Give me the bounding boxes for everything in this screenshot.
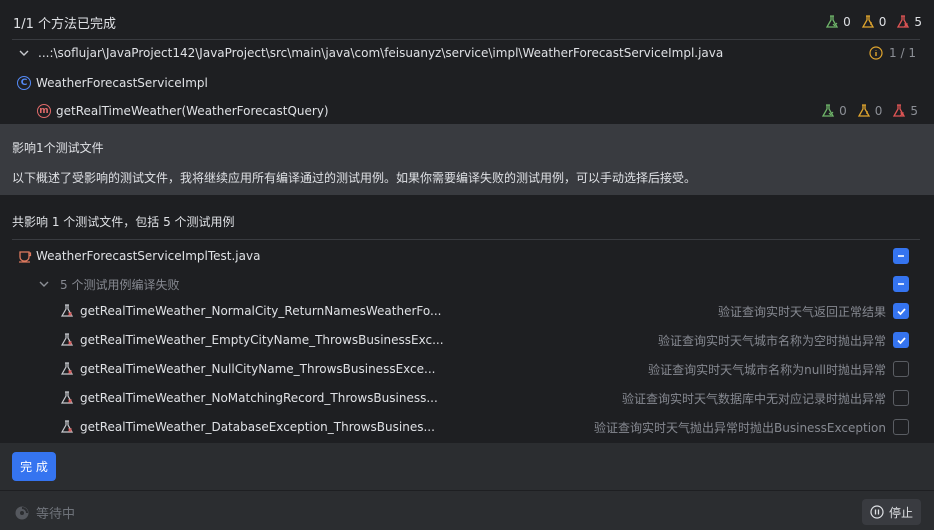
method-row[interactable]: m getRealTimeWeather(WeatherForecastQuer… — [0, 98, 934, 124]
flask-failed-icon — [893, 104, 906, 117]
skipped-stat: 0 — [861, 15, 887, 29]
chevron-down-icon[interactable] — [37, 277, 51, 291]
file-select-checkbox[interactable] — [893, 248, 909, 264]
flask-passed-icon — [825, 15, 839, 28]
flask-skipped-icon — [861, 15, 874, 28]
method-passed-count: 0 — [839, 104, 847, 118]
done-button[interactable]: 完 成 — [12, 452, 56, 481]
test-case-name: getRealTimeWeather_EmptyCityName_ThrowsB… — [80, 333, 444, 347]
flask-failed-icon — [60, 362, 74, 375]
test-case-description: 验证查询实时天气返回正常结果 — [717, 304, 886, 319]
class-name: WeatherForecastServiceImpl — [36, 76, 208, 90]
test-case-description: 验证查询实时天气城市名称为null时抛出异常 — [648, 362, 886, 377]
class-icon: C — [17, 76, 31, 90]
method-icon: m — [37, 104, 51, 118]
class-row[interactable]: C WeatherForecastServiceImpl — [0, 70, 934, 96]
test-case-name: getRealTimeWeather_DatabaseException_Thr… — [80, 420, 435, 434]
test-case-checkbox[interactable] — [893, 390, 909, 406]
test-case-name: getRealTimeWeather_NullCityName_ThrowsBu… — [80, 362, 436, 376]
passed-count: 0 — [843, 15, 851, 29]
test-case-name: getRealTimeWeather_NormalCity_ReturnName… — [80, 304, 442, 318]
method-name: getRealTimeWeather(WeatherForecastQuery) — [56, 104, 329, 118]
divider — [12, 239, 920, 240]
flask-failed-icon — [60, 420, 74, 433]
failed-stat: 5 — [896, 15, 922, 29]
group-select-checkbox[interactable] — [893, 276, 909, 292]
flask-passed-icon — [821, 104, 835, 117]
info-title: 影响1个测试文件 — [12, 141, 104, 155]
progress-indicator: 1 / 1 — [869, 46, 916, 60]
flask-failed-icon — [60, 333, 74, 346]
file-path: ...:\soflujar\JavaProject142\JavaProject… — [38, 46, 724, 60]
test-case-name: getRealTimeWeather_NoMatchingRecord_Thro… — [80, 391, 438, 405]
skipped-count: 0 — [878, 15, 887, 29]
failed-group-row[interactable]: 5 个测试用例编译失败 — [0, 272, 934, 296]
failed-group-label: 5 个测试用例编译失败 — [60, 277, 180, 292]
method-failed-stat: 5 — [892, 104, 918, 118]
test-case-checkbox[interactable] — [893, 361, 909, 377]
method-stats: 0 0 5 — [821, 104, 918, 118]
waiting-status: 等待中 — [14, 503, 75, 522]
action-bar: 完 成 — [0, 443, 934, 490]
method-failed-count: 5 — [910, 104, 918, 118]
test-case-description: 验证查询实时天气数据库中无对应记录时抛出异常 — [621, 391, 886, 406]
spinner-icon — [15, 506, 29, 519]
test-case-checkbox[interactable] — [893, 332, 909, 348]
flask-failed-icon — [897, 15, 910, 28]
status-bar: 等待中 停止 — [0, 490, 934, 530]
summary-text: 共影响 1 个测试文件，包括 5 个测试用例 — [12, 214, 235, 229]
method-skipped-stat: 0 — [857, 104, 883, 118]
test-case-row[interactable]: getRealTimeWeather_NormalCity_ReturnName… — [0, 298, 934, 324]
test-case-description: 验证查询实时天气抛出异常时抛出BusinessException — [594, 420, 886, 435]
header-bar: 1/1 个方法已完成 0 0 5 — [0, 10, 934, 34]
flask-failed-icon — [60, 391, 74, 404]
flask-failed-icon — [60, 304, 74, 317]
pause-circle-icon — [870, 505, 884, 519]
test-case-row[interactable]: getRealTimeWeather_EmptyCityName_ThrowsB… — [0, 327, 934, 353]
info-icon — [869, 46, 883, 60]
passed-stat: 0 — [825, 15, 851, 29]
waiting-label: 等待中 — [36, 507, 76, 522]
test-case-row[interactable]: getRealTimeWeather_DatabaseException_Thr… — [0, 414, 934, 440]
file-path-row[interactable]: ...:\soflujar\JavaProject142\JavaProject… — [0, 40, 934, 66]
stop-button[interactable]: 停止 — [861, 499, 921, 525]
test-file-row[interactable]: WeatherForecastServiceImplTest.java — [0, 244, 934, 268]
header-stats: 0 0 5 — [825, 15, 922, 29]
progress-count: 1 / 1 — [889, 46, 916, 60]
method-skipped-count: 0 — [874, 104, 883, 118]
test-case-checkbox[interactable] — [893, 303, 909, 319]
test-file-name: WeatherForecastServiceImplTest.java — [36, 249, 261, 263]
java-file-icon — [19, 251, 32, 263]
test-case-description: 验证查询实时天气城市名称为空时抛出异常 — [657, 333, 886, 348]
test-case-checkbox[interactable] — [893, 419, 909, 435]
info-panel: 影响1个测试文件 以下概述了受影响的测试文件，我将继续应用所有编译通过的测试用例… — [0, 124, 934, 195]
stop-label: 停止 — [888, 505, 913, 520]
method-passed-stat: 0 — [821, 104, 847, 118]
test-case-row[interactable]: getRealTimeWeather_NullCityName_ThrowsBu… — [0, 356, 934, 382]
flask-skipped-icon — [857, 104, 870, 117]
chevron-down-icon[interactable] — [17, 46, 31, 60]
failed-count: 5 — [914, 15, 922, 29]
info-description: 以下概述了受影响的测试文件，我将继续应用所有编译通过的测试用例。如果你需要编译失… — [12, 171, 697, 185]
progress-title: 1/1 个方法已完成 — [13, 16, 117, 32]
test-case-row[interactable]: getRealTimeWeather_NoMatchingRecord_Thro… — [0, 385, 934, 411]
